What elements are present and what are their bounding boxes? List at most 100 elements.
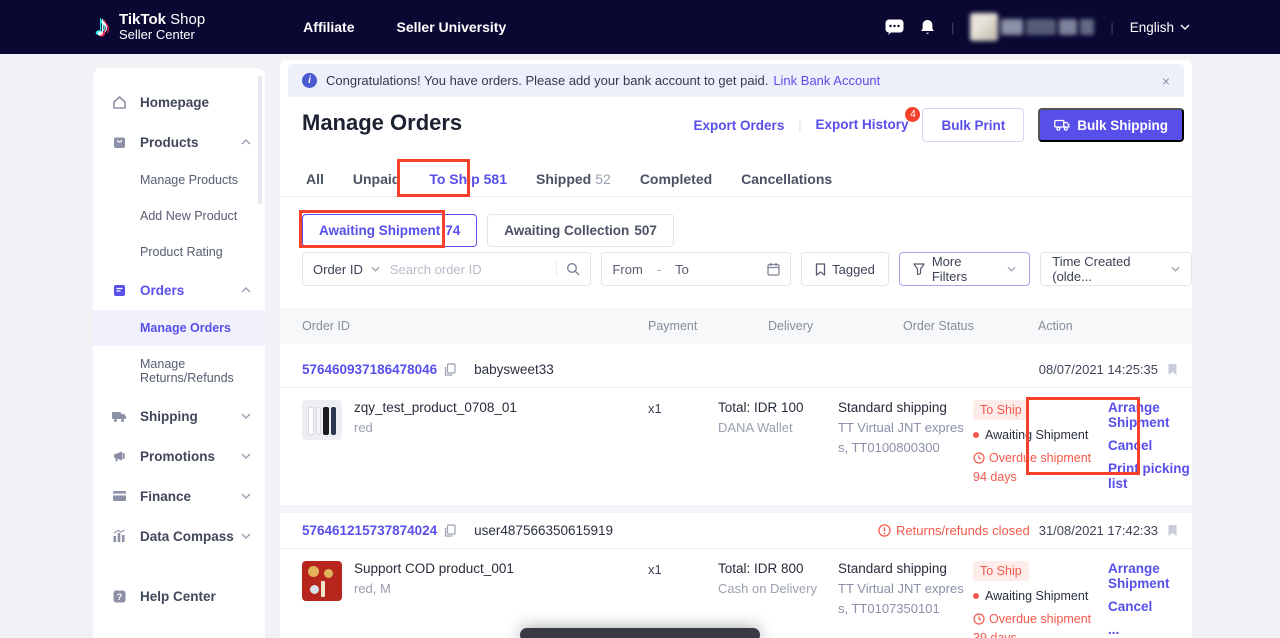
print-picking-list-link[interactable]: Print picking list [1108, 461, 1192, 491]
copy-icon[interactable] [444, 363, 456, 376]
tiktok-shop-logo[interactable]: ♪ TikTok Shop Seller Center [95, 11, 205, 43]
order-id-link[interactable]: 576460937186478046 [302, 362, 437, 377]
shipping-truck-icon [111, 408, 127, 424]
info-icon: i [302, 73, 317, 88]
tab-count: 581 [484, 171, 507, 187]
product-name[interactable]: zqy_test_product_0708_01 [354, 400, 517, 415]
truck-icon [1054, 119, 1070, 131]
cancel-link[interactable]: Cancel [1108, 599, 1192, 614]
column-payment: Payment [648, 319, 697, 333]
export-orders-link[interactable]: Export Orders [694, 118, 785, 133]
export-history-link[interactable]: Export History [815, 117, 908, 132]
sidebar-item-label: Homepage [140, 95, 209, 110]
sidebar-item-shipping[interactable]: Shipping [93, 396, 265, 436]
svg-text:?: ? [116, 592, 122, 602]
search-icon[interactable] [566, 262, 580, 276]
sidebar-item-orders[interactable]: Orders [93, 270, 265, 310]
sidebar-item-manage-orders[interactable]: Manage Orders [93, 310, 265, 346]
sidebar-item-manage-returns-refunds[interactable]: Manage Returns/Refunds [93, 346, 265, 396]
notifications-bell-icon[interactable] [920, 19, 935, 36]
search-input[interactable] [390, 262, 557, 277]
tab-completed[interactable]: Completed [640, 160, 712, 196]
sidebar-item-label: Finance [140, 489, 191, 504]
chevron-down-icon[interactable] [371, 266, 380, 272]
product-image[interactable] [302, 400, 342, 440]
arrange-shipment-link[interactable]: Arrange Shipment [1108, 400, 1192, 430]
order-body: Support COD product_001 red, M x1 Total:… [280, 549, 1192, 638]
bulk-shipping-button[interactable]: Bulk Shipping [1038, 108, 1184, 142]
banner-close-icon[interactable]: × [1162, 73, 1170, 89]
sort-order-select[interactable]: Time Created (olde... [1040, 252, 1192, 286]
tagged-label: Tagged [832, 262, 875, 277]
tab-all[interactable]: All [306, 160, 324, 196]
sidebar-item-data-compass[interactable]: Data Compass [93, 516, 265, 556]
cancel-link[interactable]: Cancel [1108, 438, 1192, 453]
order-tabs: All Unpaid To Ship581 Shipped52 Complete… [280, 160, 1192, 197]
order-timestamp: 31/08/2021 17:42:33 [1039, 523, 1158, 538]
tab-label: Cancellations [741, 171, 832, 187]
page: { "watermark": { "text": "Arsyad Fadli R… [0, 0, 1280, 638]
sidebar-item-help-center[interactable]: ? Help Center [93, 576, 265, 616]
data-compass-chart-icon [111, 528, 127, 544]
date-range-picker[interactable]: From - To [601, 252, 791, 286]
overdue-warning: Overdue shipment 39 days [973, 610, 1101, 638]
buyer-username[interactable]: user487566350615919 [474, 523, 613, 538]
sidebar-item-manage-products[interactable]: Manage Products [93, 162, 265, 198]
arrange-shipment-link[interactable]: Arrange Shipment [1108, 561, 1192, 591]
status-cell: To Ship Awaiting Shipment Overdue shipme… [973, 561, 1108, 638]
sidebar-scrollbar[interactable] [258, 76, 262, 204]
sidebar-item-label: Orders [140, 283, 184, 298]
more-actions-link[interactable]: ... [1108, 622, 1192, 637]
user-account-blurred[interactable] [970, 13, 1094, 41]
product-cell: zqy_test_product_0708_01 red [302, 400, 648, 499]
sidebar-item-homepage[interactable]: Homepage [93, 82, 265, 122]
page-header: Manage Orders Export Orders | Export His… [280, 102, 1192, 146]
subtab-awaiting-shipment[interactable]: Awaiting Shipment74 [302, 214, 477, 247]
navbar-divider: | [1110, 20, 1113, 35]
copy-icon[interactable] [444, 524, 456, 537]
nav-link-affiliate[interactable]: Affiliate [303, 19, 354, 35]
subtab-count: 74 [445, 223, 460, 238]
nav-links: Affiliate Seller University [303, 19, 506, 35]
subtab-awaiting-collection[interactable]: Awaiting Collection507 [487, 214, 674, 247]
bookmark-icon[interactable] [1167, 524, 1178, 537]
bulk-print-button[interactable]: Bulk Print [922, 108, 1024, 142]
calendar-icon [767, 262, 780, 276]
status-cell: To Ship Awaiting Shipment Overdue shipme… [973, 400, 1108, 499]
order-id-link[interactable]: 576461215737874024 [302, 523, 437, 538]
tab-cancellations[interactable]: Cancellations [741, 160, 832, 196]
delivery-cell: Standard shipping TT Virtual JNT expres … [838, 561, 973, 638]
sidebar-item-label: My Account [140, 569, 216, 570]
tab-count: 52 [595, 171, 611, 187]
link-bank-account-link[interactable]: Link Bank Account [773, 73, 880, 88]
more-filters-button[interactable]: More Filters [899, 252, 1030, 286]
date-from-label: From [612, 262, 642, 277]
bookmark-icon[interactable] [1167, 363, 1178, 376]
brand-name-rest: Shop [166, 11, 205, 28]
tagged-button[interactable]: Tagged [801, 252, 889, 286]
tab-to-ship[interactable]: To Ship581 [429, 160, 507, 196]
chevron-down-icon [241, 413, 251, 419]
sidebar-item-label: Help Center [140, 589, 216, 604]
nav-link-seller-university[interactable]: Seller University [397, 19, 507, 35]
column-order-status: Order Status [903, 319, 974, 333]
language-selector[interactable]: English [1130, 20, 1190, 35]
status-badge: To Ship [973, 400, 1029, 420]
delivery-cell: Standard shipping TT Virtual JNT expres … [838, 400, 973, 499]
product-image[interactable] [302, 561, 342, 601]
sidebar-item-product-rating[interactable]: Product Rating [93, 234, 265, 270]
home-icon [111, 94, 127, 110]
delivery-carrier: TT Virtual JNT expres [838, 420, 973, 435]
sidebar-item-products[interactable]: Products [93, 122, 265, 162]
sidebar-item-add-new-product[interactable]: Add New Product [93, 198, 265, 234]
sidebar-item-finance[interactable]: Finance [93, 476, 265, 516]
buyer-username[interactable]: babysweet33 [474, 362, 554, 377]
messages-icon[interactable] [885, 19, 904, 35]
product-name[interactable]: Support COD product_001 [354, 561, 514, 576]
sidebar-item-promotions[interactable]: Promotions [93, 436, 265, 476]
brand-subtitle: Seller Center [119, 28, 205, 43]
tab-unpaid[interactable]: Unpaid [353, 160, 400, 196]
sidebar-item-my-account-clipped[interactable]: My Account [93, 556, 265, 569]
tab-shipped[interactable]: Shipped52 [536, 160, 611, 196]
order-id-select[interactable]: Order ID [313, 262, 363, 277]
